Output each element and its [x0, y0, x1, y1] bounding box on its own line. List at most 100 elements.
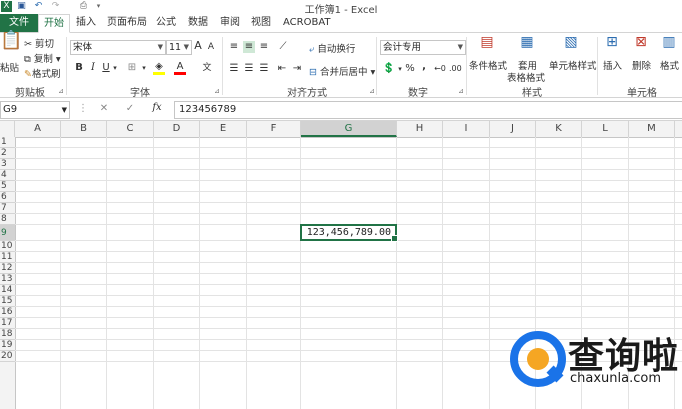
accounting-format-icon[interactable]: 💲 — [381, 63, 397, 75]
column-header[interactable]: M — [629, 121, 675, 137]
wrap-text-button[interactable]: ⤶ 自动换行 — [309, 41, 355, 55]
paste-icon[interactable]: 📋 — [0, 32, 22, 61]
column-header[interactable]: J — [490, 121, 536, 137]
row-header[interactable]: 17 — [0, 318, 15, 329]
number-format-select[interactable]: 会计专用 ▼ — [380, 40, 466, 55]
merge-center-button[interactable]: ⊟ 合并后居中 ▾ — [309, 64, 375, 78]
bold-button[interactable]: B — [73, 62, 85, 74]
column-header[interactable]: K — [536, 121, 582, 137]
row-header[interactable]: 14 — [0, 285, 15, 296]
format-cells-icon[interactable]: ▥ — [660, 35, 678, 54]
tab-page-layout[interactable]: 页面布局 — [107, 16, 147, 30]
fill-handle[interactable] — [391, 235, 398, 242]
row-header[interactable]: 15 — [0, 296, 15, 307]
underline-button[interactable]: U — [101, 62, 111, 74]
row-header[interactable]: 13 — [0, 274, 15, 285]
row-header[interactable]: 16 — [0, 307, 15, 318]
decrease-indent-icon[interactable]: ⇤ — [276, 63, 288, 75]
percent-button[interactable]: % — [404, 63, 416, 75]
align-center-icon[interactable]: ☰ — [243, 63, 255, 75]
format-as-table-icon[interactable]: ▦ — [518, 35, 536, 54]
align-right-icon[interactable]: ☰ — [258, 63, 270, 75]
font-color-button[interactable]: A — [174, 61, 186, 75]
tab-home[interactable]: 开始 — [38, 14, 70, 33]
chevron-down-icon[interactable]: ▾ — [397, 63, 403, 75]
conditional-formatting-label[interactable]: 条件格式 — [469, 58, 507, 72]
font-size-select[interactable]: 11 ▼ — [166, 40, 192, 55]
align-middle-icon[interactable]: ≡ — [243, 41, 255, 53]
column-header[interactable]: H — [397, 121, 443, 137]
row-header[interactable]: 19 — [0, 340, 15, 351]
column-header[interactable]: C — [107, 121, 154, 137]
row-header[interactable]: 3 — [0, 159, 15, 170]
alignment-launcher-icon[interactable]: ⊿ — [369, 87, 375, 95]
fill-color-icon[interactable]: ◈ — [153, 61, 165, 75]
format-cells-label[interactable]: 格式 — [660, 58, 679, 72]
phonetic-button[interactable]: 文 — [201, 62, 213, 74]
enter-button[interactable]: ✓ — [124, 103, 136, 115]
increase-decimal-icon[interactable]: ←0 — [434, 63, 446, 75]
column-header[interactable]: A — [15, 121, 61, 137]
row-header[interactable]: 18 — [0, 329, 15, 340]
insert-function-button[interactable]: fx — [150, 102, 164, 114]
cell-styles-icon[interactable]: ▧ — [562, 35, 580, 54]
column-header[interactable]: L — [582, 121, 629, 137]
align-left-icon[interactable]: ☰ — [228, 63, 240, 75]
tab-review[interactable]: 审阅 — [220, 16, 240, 30]
select-all-corner[interactable] — [0, 121, 15, 137]
row-header[interactable]: 5 — [0, 181, 15, 192]
insert-cells-label[interactable]: 插入 — [603, 58, 622, 72]
name-box[interactable]: G9 ▼ — [0, 101, 70, 119]
comma-style-button[interactable]: , — [419, 61, 429, 73]
copy-button[interactable]: ⧉ 复制 ▾ — [24, 51, 61, 65]
font-launcher-icon[interactable]: ⊿ — [214, 87, 220, 95]
row-header-selected[interactable]: 9 — [0, 225, 15, 241]
align-top-icon[interactable]: ≡ — [228, 41, 240, 53]
row-header[interactable]: 1 — [0, 137, 15, 148]
row-header[interactable]: 10 — [0, 241, 15, 252]
tab-data[interactable]: 数据 — [188, 16, 208, 30]
column-header[interactable]: I — [443, 121, 490, 137]
active-cell[interactable]: 123,456,789.00 — [300, 224, 398, 242]
clipboard-launcher-icon[interactable]: ⊿ — [58, 87, 64, 95]
paste-label[interactable]: 粘贴 — [0, 60, 19, 74]
row-header[interactable]: 7 — [0, 203, 15, 214]
column-header[interactable]: F — [247, 121, 301, 137]
row-header[interactable]: 20 — [0, 351, 15, 362]
delete-cells-icon[interactable]: ⊠ — [632, 35, 650, 54]
borders-icon[interactable]: ⊞ — [126, 62, 138, 74]
decrease-decimal-icon[interactable]: .00 — [449, 63, 462, 75]
tab-formulas[interactable]: 公式 — [156, 16, 176, 30]
row-header[interactable]: 6 — [0, 192, 15, 203]
chevron-down-icon[interactable]: ▾ — [140, 62, 148, 74]
more-options-icon[interactable]: ⋮ — [78, 103, 88, 115]
chevron-down-icon[interactable]: ▾ — [111, 62, 119, 74]
conditional-formatting-icon[interactable]: ▤ — [478, 35, 496, 54]
tab-insert[interactable]: 插入 — [76, 16, 96, 30]
cell-styles-label[interactable]: 单元格样式 — [549, 58, 597, 72]
italic-button[interactable]: I — [88, 62, 98, 74]
grow-font-button[interactable]: A — [193, 40, 203, 52]
align-bottom-icon[interactable]: ≡ — [258, 41, 270, 53]
row-header[interactable]: 12 — [0, 263, 15, 274]
column-header[interactable]: E — [200, 121, 247, 137]
font-name-select[interactable]: 宋体 ▼ — [70, 40, 166, 55]
cancel-button[interactable]: ✕ — [98, 103, 110, 115]
row-header[interactable]: 8 — [0, 214, 15, 225]
column-header[interactable]: D — [154, 121, 200, 137]
row-header[interactable]: 2 — [0, 148, 15, 159]
number-launcher-icon[interactable]: ⊿ — [458, 87, 464, 95]
orientation-icon[interactable]: ⟋ — [276, 41, 290, 53]
increase-indent-icon[interactable]: ⇥ — [291, 63, 303, 75]
cut-button[interactable]: ✂ 剪切 — [24, 36, 54, 50]
format-painter-button[interactable]: ✎格式刷 — [24, 66, 60, 80]
tab-acrobat[interactable]: ACROBAT — [283, 16, 331, 30]
shrink-font-button[interactable]: A — [206, 41, 216, 53]
delete-cells-label[interactable]: 删除 — [632, 58, 651, 72]
column-header[interactable]: B — [61, 121, 107, 137]
insert-cells-icon[interactable]: ⊞ — [603, 35, 621, 54]
row-header[interactable]: 11 — [0, 252, 15, 263]
column-header-selected[interactable]: G — [301, 121, 397, 137]
tab-view[interactable]: 视图 — [251, 16, 271, 30]
row-header[interactable]: 4 — [0, 170, 15, 181]
